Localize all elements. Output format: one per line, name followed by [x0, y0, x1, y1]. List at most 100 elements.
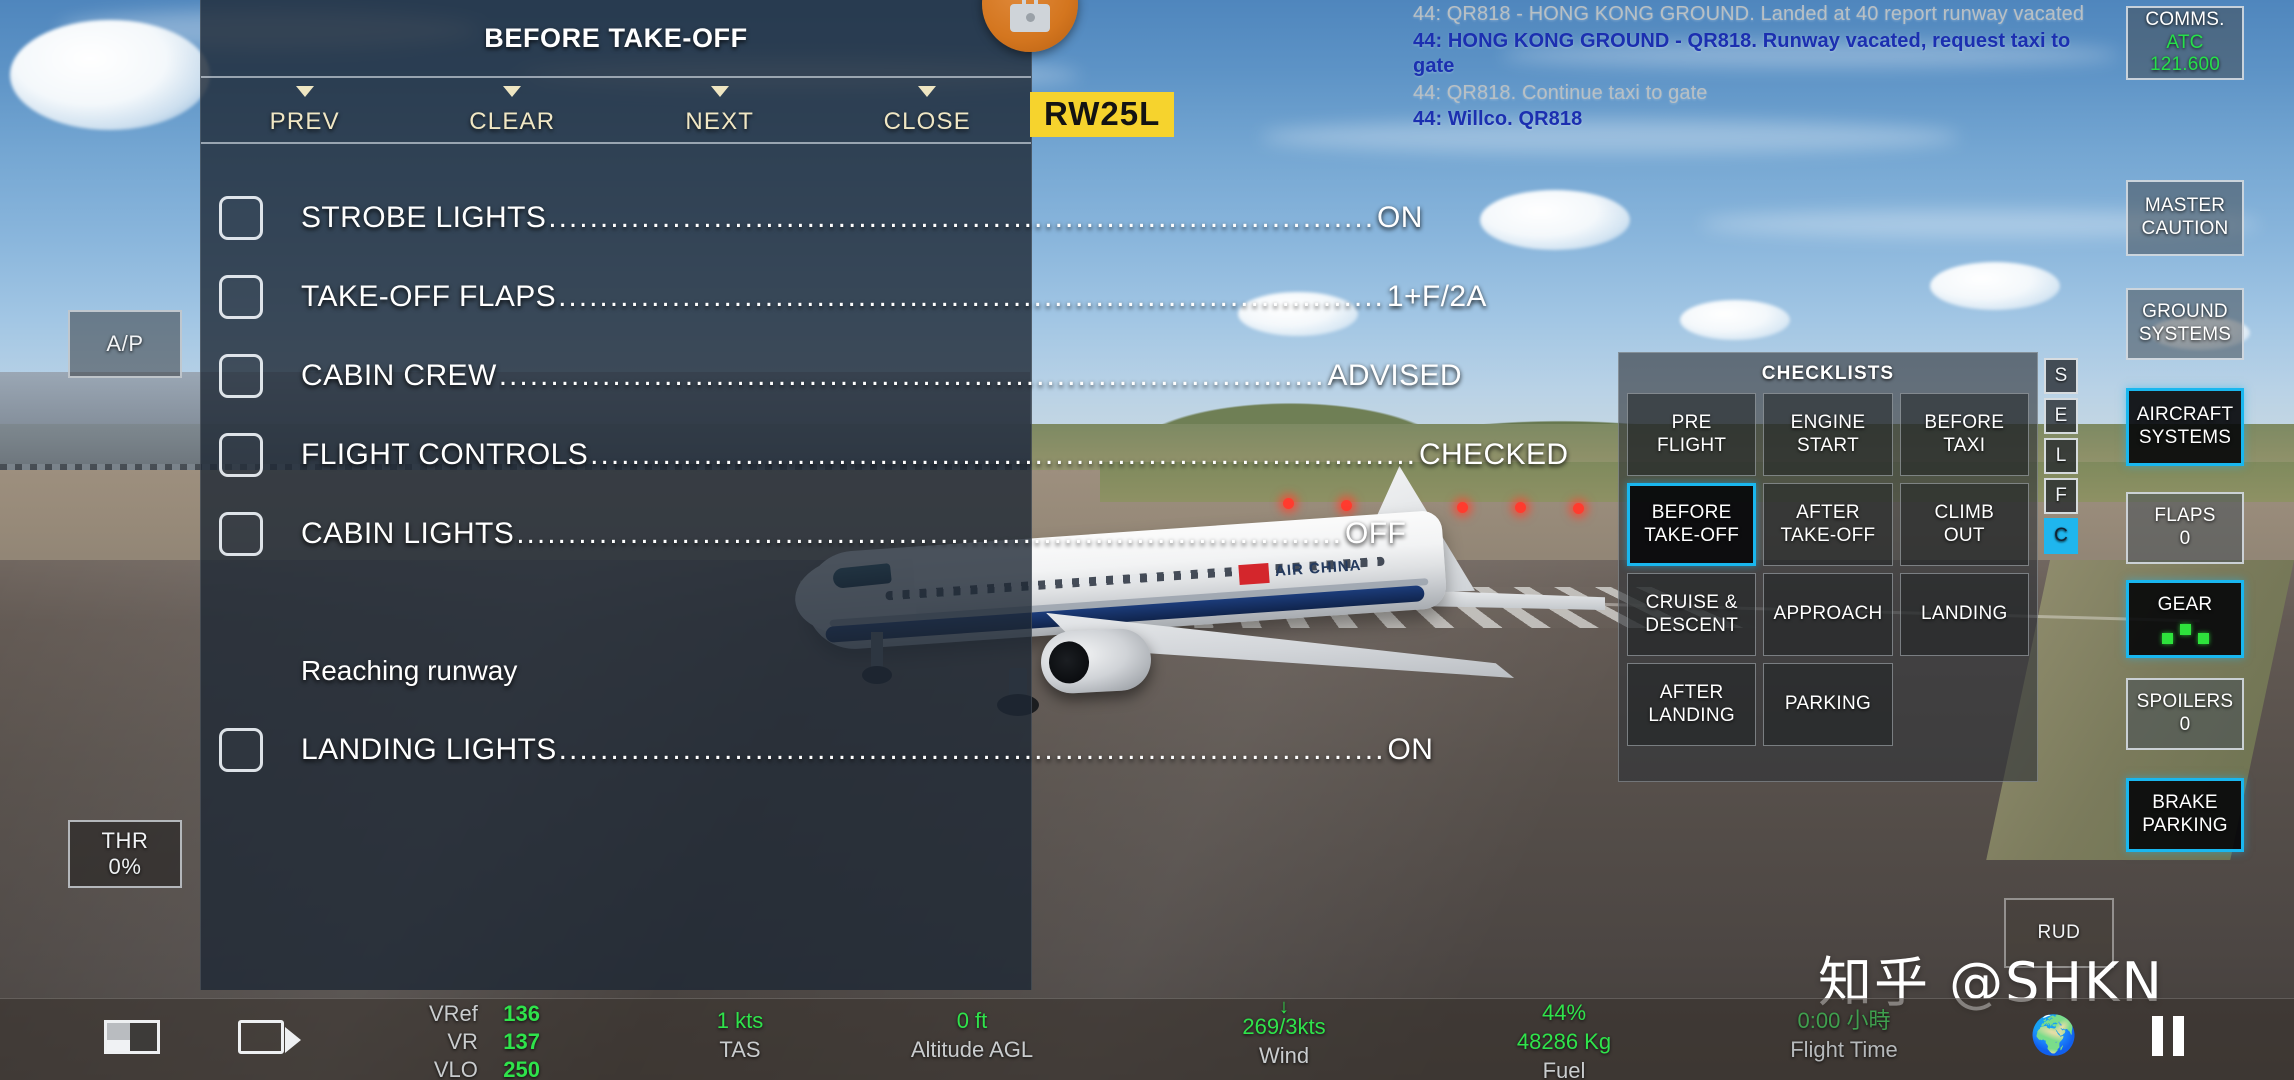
- checklist-text: STROBE LIGHTS...........................…: [301, 201, 1423, 235]
- checklist-nav: PREV CLEAR NEXT CLOSE: [201, 78, 1031, 142]
- checklist-item-value: ADVISED: [1327, 358, 1462, 392]
- checklist-button-engine-start[interactable]: ENGINE START: [1763, 393, 1893, 476]
- checklist-leader-dots: ........................................…: [498, 358, 1326, 392]
- checklist-button-climb-out[interactable]: CLIMB OUT: [1899, 483, 2029, 566]
- checklist-row[interactable]: LANDING LIGHTS..........................…: [201, 710, 1433, 789]
- brake-parking-button[interactable]: BRAKE PARKING: [2126, 778, 2244, 852]
- master-caution-label: MASTER CAUTION: [2141, 195, 2229, 239]
- throttle-label: THR: [101, 828, 149, 854]
- globe-icon[interactable]: 🌍: [2030, 1014, 2077, 1058]
- checklist-row[interactable]: FLIGHT CONTROLS.........................…: [201, 415, 1568, 494]
- comms-label: COMMS.: [2145, 8, 2225, 30]
- checklist-button-label: ENGINE START: [1790, 412, 1866, 456]
- throttle-value: 0%: [108, 854, 142, 879]
- checklist-button-after-landing[interactable]: AFTER LANDING: [1627, 663, 1757, 746]
- checklist-leader-dots: ........................................…: [558, 279, 1385, 313]
- checklist-checkbox[interactable]: [219, 274, 263, 319]
- comms-button[interactable]: COMMS. ATC 121.600: [2126, 6, 2244, 80]
- atc-message-log: 44: QR818 - HONG KONG GROUND. Landed at …: [1413, 2, 2113, 134]
- checklist-button-after-take-off[interactable]: AFTER TAKE-OFF: [1763, 483, 1893, 566]
- tas-label: TAS: [719, 1036, 761, 1062]
- checklist-checkbox[interactable]: [219, 195, 263, 240]
- briefcase-icon: [1010, 0, 1050, 32]
- camera-view-icon[interactable]: [238, 1020, 301, 1054]
- throttle-button[interactable]: THR 0%: [68, 820, 182, 888]
- systems-tab-f[interactable]: F: [2044, 478, 2078, 514]
- checklist-button-label: AFTER LANDING: [1648, 682, 1735, 726]
- gear-label: GEAR: [2157, 594, 2213, 616]
- checklists-grid: PRE FLIGHT ENGINE START BEFORE TAXI BEFORE TAKE…: [1627, 393, 2029, 746]
- systems-tab-s[interactable]: S: [2044, 358, 2078, 394]
- checklists-popup-title: CHECKLISTS: [1761, 363, 1895, 384]
- pause-button[interactable]: [2146, 1014, 2192, 1060]
- flaps-value: 0: [2179, 528, 2191, 549]
- checklist-button-cruise-descent[interactable]: CRUISE & DESCENT: [1627, 573, 1757, 656]
- aircraft-systems-label: AIRCRAFT SYSTEMS: [2136, 404, 2234, 448]
- checklist-note: Reaching runway: [301, 655, 518, 686]
- checklist-button-landing[interactable]: LANDING: [1899, 573, 2029, 656]
- checklist-row[interactable]: STROBE LIGHTS...........................…: [201, 178, 1422, 257]
- vspeeds-readout: VRef 136 VR 137 VLO 250: [340, 1000, 540, 1080]
- checklist-button-parking[interactable]: PARKING: [1763, 663, 1893, 746]
- checklist-button-before-take-off[interactable]: BEFORE TAKE-OFF: [1627, 483, 1757, 566]
- checklist-item-label: STROBE LIGHTS: [301, 200, 547, 234]
- ground-systems-button[interactable]: GROUND SYSTEMS: [2126, 288, 2244, 360]
- systems-tab-e[interactable]: E: [2044, 398, 2078, 434]
- checklist-nav-clear-button[interactable]: CLEAR: [409, 86, 617, 136]
- checklist-item-label: CABIN LIGHTS: [301, 516, 515, 550]
- caret-down-icon: [503, 86, 522, 97]
- cumulus-cloud: [1480, 190, 1630, 250]
- vlo-label: VLO: [433, 1057, 478, 1080]
- checklist-button-approach[interactable]: APPROACH: [1763, 573, 1893, 656]
- checklist-nav-close-button[interactable]: CLOSE: [824, 86, 1032, 136]
- checklist-checkbox[interactable]: [219, 353, 263, 398]
- rudder-label: RUD: [2037, 921, 2081, 943]
- aircraft-systems-button[interactable]: AIRCRAFT SYSTEMS: [2126, 388, 2244, 466]
- caret-down-icon: [710, 86, 729, 97]
- flight-time-readout: 0:00 小時 Flight Time: [1734, 1008, 1954, 1063]
- layout-toggle-icon[interactable]: [104, 1020, 160, 1054]
- vref-label: VRef: [428, 1001, 478, 1026]
- checklist-button-label: APPROACH: [1773, 603, 1883, 625]
- checklist-item-value: 1+F/2A: [1386, 279, 1487, 313]
- rudder-button[interactable]: RUD: [2004, 898, 2114, 968]
- checklists-popup: CHECKLISTS PRE FLIGHT ENGINE START BEFORE TAX…: [1618, 352, 2038, 782]
- flaps-button[interactable]: FLAPS 0: [2126, 492, 2244, 564]
- checklist-item-value: ON: [1377, 200, 1423, 234]
- flight-time-value: 0:00 小時: [1797, 1008, 1891, 1033]
- systems-tab-c[interactable]: C: [2044, 518, 2078, 554]
- master-caution-button[interactable]: MASTER CAUTION: [2126, 180, 2244, 256]
- wind-direction-arrow: ↓: [1279, 996, 1289, 1018]
- autopilot-button[interactable]: A/P: [68, 310, 182, 378]
- comms-mode: ATC: [2166, 31, 2204, 53]
- checklist-text: LANDING LIGHTS..........................…: [301, 733, 1433, 767]
- checklist-item-label: CABIN CREW: [301, 358, 497, 392]
- atc-message: 44: HONG KONG GROUND - QR818. Runway vac…: [1413, 29, 2071, 78]
- vref-value: 136: [503, 1001, 540, 1026]
- checklist-row[interactable]: CABIN CREW..............................…: [201, 336, 1462, 415]
- checklist-row[interactable]: TAKE-OFF FLAPS..........................…: [201, 257, 1486, 336]
- checklist-text: TAKE-OFF FLAPS..........................…: [301, 280, 1487, 314]
- systems-tab-l[interactable]: L: [2044, 438, 2078, 474]
- checklist-nav-label: CLEAR: [469, 108, 556, 135]
- fuel-percent: 44%: [1541, 1000, 1587, 1025]
- checklist-nav-next-button[interactable]: NEXT: [616, 86, 824, 136]
- engine-nacelle: [1039, 627, 1153, 695]
- systems-tab-strip: SELFC: [2044, 358, 2078, 558]
- checklist-row[interactable]: CABIN LIGHTS............................…: [201, 494, 1406, 573]
- checklist-items: STROBE LIGHTS...........................…: [201, 144, 1568, 789]
- checklist-button-before-taxi[interactable]: BEFORE TAXI: [1899, 393, 2029, 476]
- wind-value: 269/3kts: [1242, 1014, 1326, 1039]
- atc-message: 44: QR818 - HONG KONG GROUND. Landed at …: [1413, 3, 2085, 25]
- checklist-checkbox[interactable]: [219, 511, 263, 556]
- checklist-checkbox[interactable]: [219, 727, 263, 772]
- spoilers-button[interactable]: SPOILERS 0: [2126, 678, 2244, 750]
- checklist-button-pre-flight[interactable]: PRE FLIGHT: [1627, 393, 1757, 476]
- checklist-nav-prev-button[interactable]: PREV: [201, 86, 409, 136]
- checklist-panel: BEFORE TAKE-OFF PREV CLEAR NEXT CLOSE STROB…: [200, 0, 1568, 990]
- altitude-value: 0 ft: [956, 1008, 988, 1033]
- checklist-button-label: PARKING: [1784, 693, 1872, 715]
- wind-label: Wind: [1258, 1042, 1310, 1068]
- checklist-checkbox[interactable]: [219, 432, 263, 477]
- gear-button[interactable]: GEAR: [2126, 580, 2244, 658]
